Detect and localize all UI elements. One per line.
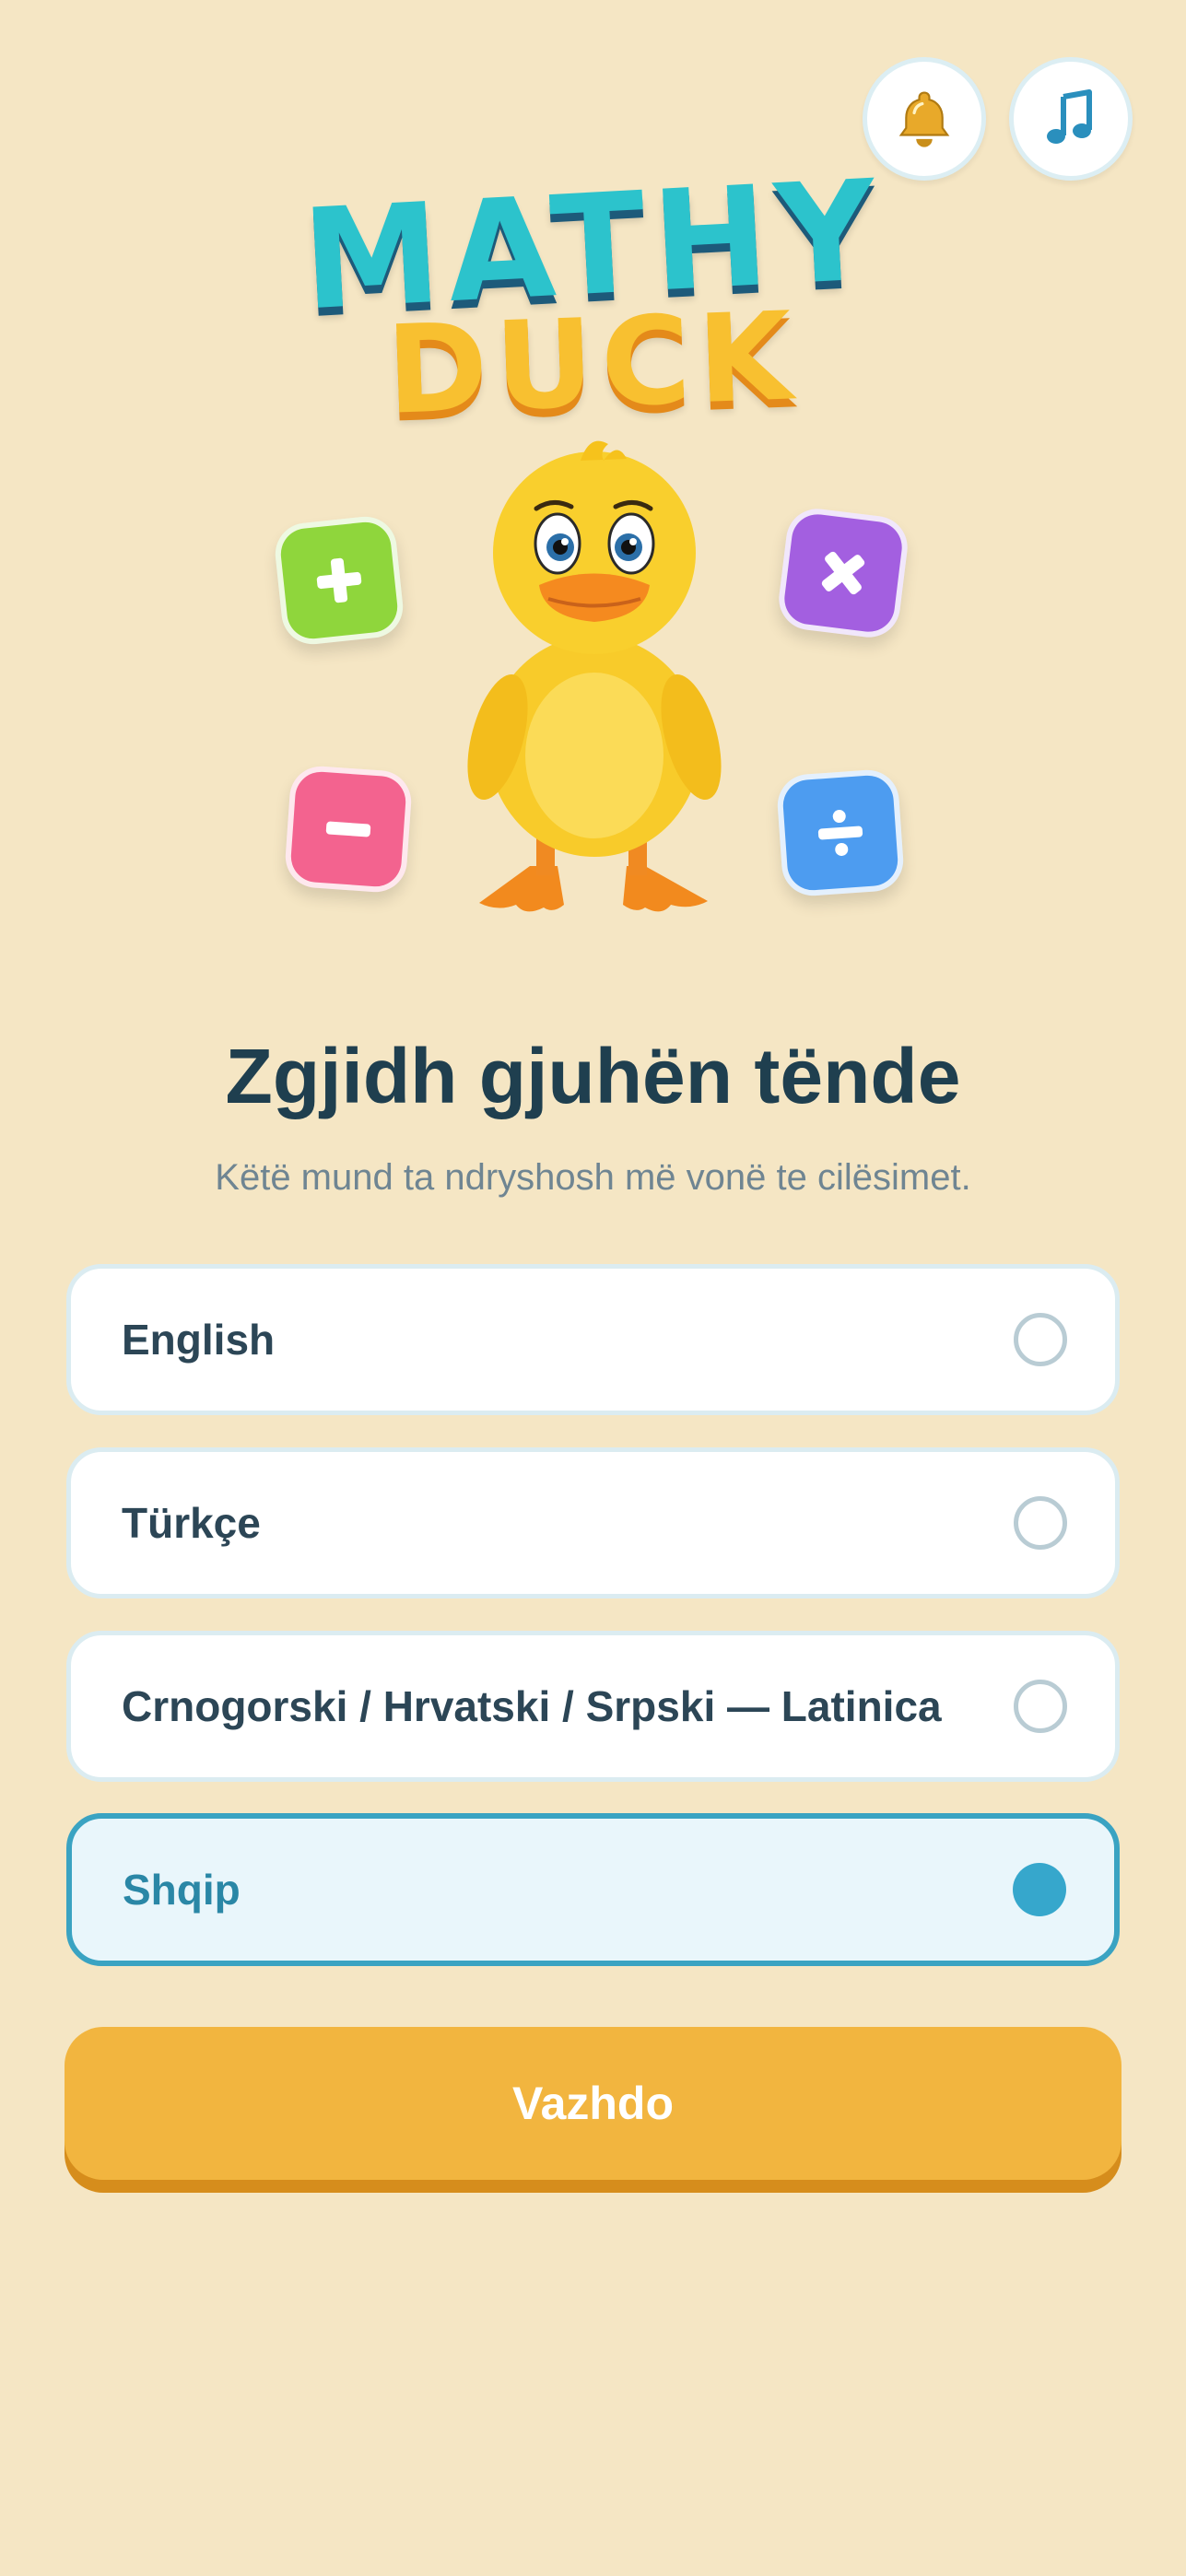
times-tile	[775, 505, 911, 641]
plus-icon	[309, 550, 370, 611]
language-option-albanian[interactable]: Shqip	[66, 1813, 1120, 1966]
continue-button[interactable]: Vazhdo	[65, 2027, 1121, 2180]
language-option-label: Shqip	[123, 1866, 241, 1914]
page-subtitle: Këtë mund ta ndryshosh më vonë te cilësi…	[215, 1157, 971, 1198]
divide-tile	[775, 767, 906, 898]
language-option-label: English	[122, 1316, 276, 1364]
language-option-english[interactable]: English	[66, 1264, 1120, 1415]
radio-selected[interactable]	[1013, 1863, 1066, 1916]
page-title: Zgjidh gjuhën tënde	[225, 1033, 961, 1119]
radio-unselected[interactable]	[1014, 1680, 1067, 1733]
bell-icon	[892, 87, 957, 151]
minus-icon	[319, 800, 378, 859]
language-option-turkish[interactable]: Türkçe	[66, 1447, 1120, 1598]
divide-icon	[811, 803, 870, 862]
duck-mascot	[461, 433, 728, 931]
plus-tile	[272, 513, 406, 648]
language-select-screen: MATHY DUCK Zgjidh gjuhën tënde Këtë mund…	[0, 0, 1186, 2576]
language-option-label: Türkçe	[122, 1499, 261, 1547]
radio-unselected[interactable]	[1014, 1313, 1067, 1366]
times-icon	[813, 543, 875, 604]
language-option-label: Crnogorski / Hrvatski / Srpski — Latinic…	[122, 1682, 942, 1730]
radio-unselected[interactable]	[1014, 1496, 1067, 1550]
language-option-montenegrin-croatian-serbian[interactable]: Crnogorski / Hrvatski / Srpski — Latinic…	[66, 1631, 1120, 1782]
minus-tile	[283, 764, 414, 895]
